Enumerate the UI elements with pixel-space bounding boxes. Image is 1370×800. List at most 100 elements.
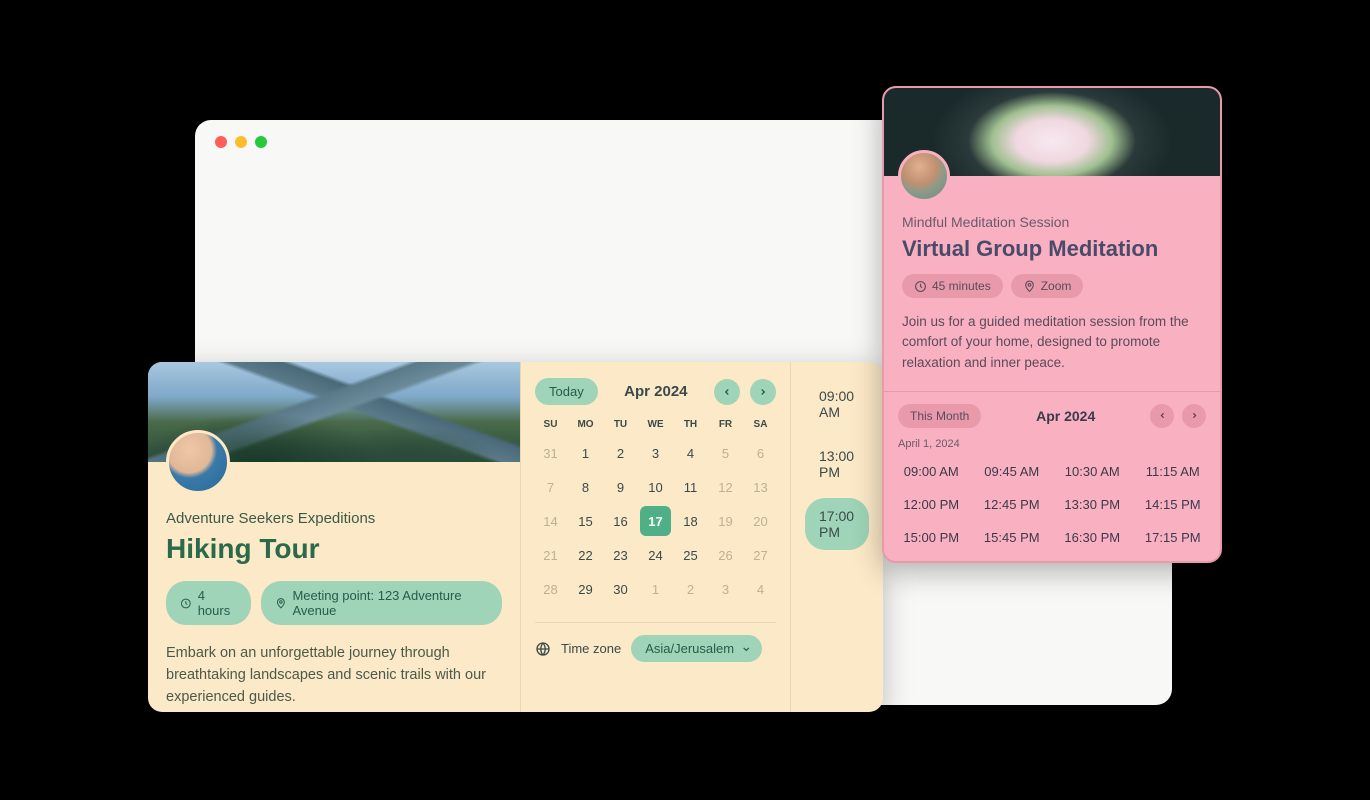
calendar-day[interactable]: 7 <box>535 472 566 502</box>
calendar-day[interactable]: 17 <box>640 506 671 536</box>
calendar-day[interactable]: 28 <box>535 574 566 604</box>
meditation-hero-image <box>884 88 1220 176</box>
calendar-weekdays: SUMOTUWETHFRSA <box>535 419 776 430</box>
calendar-day[interactable]: 1 <box>570 438 601 468</box>
calendar-day[interactable]: 1 <box>640 574 671 604</box>
time-slot[interactable]: 13:00 PM <box>805 438 869 490</box>
weekday-label: WE <box>640 419 671 430</box>
calendar-day[interactable]: 22 <box>570 540 601 570</box>
meditation-time-slot[interactable]: 15:00 PM <box>898 526 965 549</box>
meditation-time-slot[interactable]: 10:30 AM <box>1059 460 1126 483</box>
calendar-day[interactable]: 3 <box>710 574 741 604</box>
calendar-day[interactable]: 19 <box>710 506 741 536</box>
meditation-time-slot[interactable]: 11:15 AM <box>1140 460 1207 483</box>
weekday-label: TH <box>675 419 706 430</box>
time-slot[interactable]: 17:00 PM <box>805 498 869 550</box>
meditation-calendar: This Month Apr 2024 April 1, 2024 09:00 … <box>884 391 1220 561</box>
calendar-day[interactable]: 15 <box>570 506 601 536</box>
next-month-button[interactable] <box>750 379 776 405</box>
meditation-time-slot[interactable]: 09:45 AM <box>979 460 1046 483</box>
event-title: Hiking Tour <box>166 533 502 565</box>
calendar-day[interactable]: 29 <box>570 574 601 604</box>
med-prev-button[interactable] <box>1150 404 1174 428</box>
session-badges: 45 minutes Zoom <box>902 274 1202 298</box>
event-description: Embark on an unforgettable journey throu… <box>166 643 502 708</box>
weekday-label: FR <box>710 419 741 430</box>
calendar-day[interactable]: 25 <box>675 540 706 570</box>
meditation-time-grid: 09:00 AM 09:45 AM 10:30 AM 11:15 AM 12:00 PM… <box>898 460 1206 549</box>
hiking-info-panel: Adventure Seekers Expeditions Hiking Tou… <box>148 362 520 712</box>
chevron-left-icon <box>1158 411 1167 420</box>
calendar-day[interactable]: 11 <box>675 472 706 502</box>
meditation-time-slot[interactable]: 14:15 PM <box>1140 493 1207 516</box>
guide-avatar <box>166 430 230 494</box>
meditation-time-slot[interactable]: 16:30 PM <box>1059 526 1126 549</box>
calendar-day[interactable]: 24 <box>640 540 671 570</box>
calendar-day[interactable]: 2 <box>675 574 706 604</box>
month-label: Apr 2024 <box>608 383 704 400</box>
session-location-badge: Zoom <box>1011 274 1084 298</box>
time-slots-panel: 09:00 AM 13:00 PM 17:00 PM <box>790 362 883 712</box>
maximize-window-icon[interactable] <box>255 136 267 148</box>
calendar-day[interactable]: 23 <box>605 540 636 570</box>
calendar-day[interactable]: 30 <box>605 574 636 604</box>
location-badge: Meeting point: 123 Adventure Avenue <box>261 581 502 625</box>
pin-icon <box>275 597 287 610</box>
close-window-icon[interactable] <box>215 136 227 148</box>
calendar-day[interactable]: 20 <box>745 506 776 536</box>
pin-icon <box>1023 280 1036 293</box>
time-slot[interactable]: 09:00 AM <box>805 378 869 430</box>
med-month-label: Apr 2024 <box>989 408 1142 424</box>
chevron-left-icon <box>722 387 732 397</box>
session-duration-text: 45 minutes <box>932 279 991 293</box>
meditation-info: Mindful Meditation Session Virtual Group… <box>884 176 1220 391</box>
hiking-booking-card: Adventure Seekers Expeditions Hiking Tou… <box>148 362 883 712</box>
calendar-day[interactable]: 6 <box>745 438 776 468</box>
calendar-day[interactable]: 21 <box>535 540 566 570</box>
today-button[interactable]: Today <box>535 378 598 405</box>
calendar-day[interactable]: 4 <box>745 574 776 604</box>
calendar-day[interactable]: 5 <box>710 438 741 468</box>
meditation-time-slot[interactable]: 12:45 PM <box>979 493 1046 516</box>
calendar-header: Today Apr 2024 <box>535 378 776 405</box>
event-badges: 4 hours Meeting point: 123 Adventure Ave… <box>166 581 502 625</box>
calendar-day[interactable]: 26 <box>710 540 741 570</box>
calendar-day[interactable]: 10 <box>640 472 671 502</box>
session-duration-badge: 45 minutes <box>902 274 1003 298</box>
session-description: Join us for a guided meditation session … <box>902 312 1202 373</box>
location-text: Meeting point: 123 Adventure Avenue <box>292 588 488 618</box>
calendar-day[interactable]: 12 <box>710 472 741 502</box>
chevron-right-icon <box>1190 411 1199 420</box>
prev-month-button[interactable] <box>714 379 740 405</box>
calendar-day[interactable]: 14 <box>535 506 566 536</box>
calendar-day[interactable]: 18 <box>675 506 706 536</box>
calendar-day[interactable]: 27 <box>745 540 776 570</box>
clock-icon <box>180 597 192 610</box>
calendar-day[interactable]: 9 <box>605 472 636 502</box>
chevron-right-icon <box>758 387 768 397</box>
meditation-time-slot[interactable]: 17:15 PM <box>1140 526 1207 549</box>
calendar-day[interactable]: 16 <box>605 506 636 536</box>
med-next-button[interactable] <box>1182 404 1206 428</box>
calendar-day[interactable]: 8 <box>570 472 601 502</box>
calendar-day[interactable]: 2 <box>605 438 636 468</box>
meditation-time-slot[interactable]: 12:00 PM <box>898 493 965 516</box>
meditation-time-slot[interactable]: 15:45 PM <box>979 526 1046 549</box>
weekday-label: SA <box>745 419 776 430</box>
minimize-window-icon[interactable] <box>235 136 247 148</box>
meditation-booking-card: Mindful Meditation Session Virtual Group… <box>882 86 1222 563</box>
calendar-day[interactable]: 3 <box>640 438 671 468</box>
timezone-select[interactable]: Asia/Jerusalem <box>631 635 762 662</box>
selected-date-label: April 1, 2024 <box>898 438 1206 450</box>
session-company: Mindful Meditation Session <box>902 214 1202 230</box>
company-name: Adventure Seekers Expeditions <box>166 510 502 527</box>
this-month-button[interactable]: This Month <box>898 404 981 428</box>
meditation-time-slot[interactable]: 13:30 PM <box>1059 493 1126 516</box>
instructor-avatar <box>898 150 950 202</box>
calendar-day[interactable]: 4 <box>675 438 706 468</box>
calendar-day[interactable]: 13 <box>745 472 776 502</box>
calendar-day[interactable]: 31 <box>535 438 566 468</box>
calendar-days: 3112345678910111213141516171819202122232… <box>535 438 776 604</box>
session-location-text: Zoom <box>1041 279 1072 293</box>
meditation-time-slot[interactable]: 09:00 AM <box>898 460 965 483</box>
